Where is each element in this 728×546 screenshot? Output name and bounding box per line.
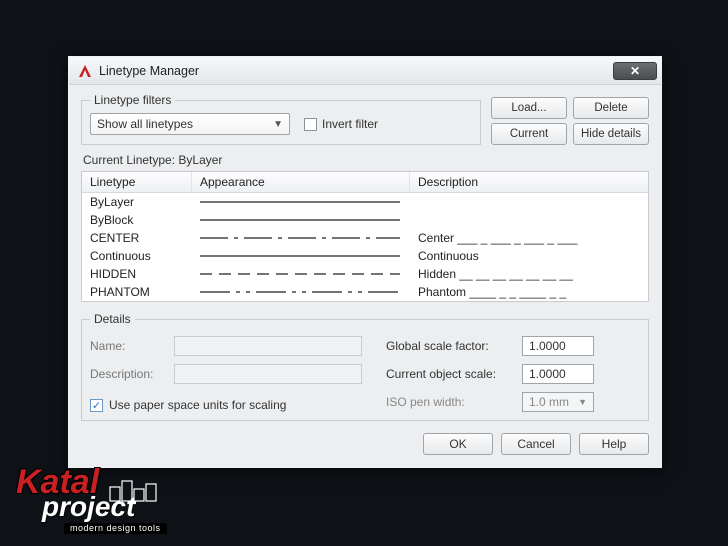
cell-appearance <box>192 248 410 264</box>
object-scale-field[interactable]: 1.0000 <box>522 364 594 384</box>
cell-description: Continuous <box>410 248 648 264</box>
cell-linetype: HIDDEN <box>82 266 192 282</box>
details-legend: Details <box>90 312 135 326</box>
linetype-list: Linetype Appearance Description ByLayer B… <box>81 171 649 302</box>
use-paper-space-checkbox[interactable]: ✓ Use paper space units for scaling <box>90 398 362 412</box>
table-row[interactable]: Continuous Continuous <box>82 247 648 265</box>
table-row[interactable]: PHANTOM Phantom ____ _ _ ____ _ _ <box>82 283 648 301</box>
col-appearance[interactable]: Appearance <box>192 172 410 192</box>
hide-details-button[interactable]: Hide details <box>573 123 649 145</box>
table-row[interactable]: HIDDEN Hidden __ __ __ __ __ __ __ <box>82 265 648 283</box>
chevron-down-icon: ▼ <box>578 397 587 407</box>
description-label: Description: <box>90 367 166 381</box>
name-label: Name: <box>90 339 166 353</box>
filter-dropdown[interactable]: Show all linetypes ▼ <box>90 113 290 135</box>
list-header: Linetype Appearance Description <box>82 172 648 193</box>
cancel-button[interactable]: Cancel <box>501 433 571 455</box>
help-button[interactable]: Help <box>579 433 649 455</box>
load-button[interactable]: Load... <box>491 97 567 119</box>
cell-appearance <box>192 194 410 210</box>
object-scale-label: Current object scale: <box>386 367 514 381</box>
cell-description: Center ___ _ ___ _ ___ _ ___ <box>410 230 648 246</box>
watermark-tag: modern design tools <box>64 523 167 534</box>
current-linetype-label: Current Linetype: ByLayer <box>83 153 647 167</box>
global-scale-label: Global scale factor: <box>386 339 514 353</box>
iso-pen-label: ISO pen width: <box>386 395 514 409</box>
cell-appearance <box>192 230 410 246</box>
table-row[interactable]: CENTER Center ___ _ ___ _ ___ _ ___ <box>82 229 648 247</box>
skyline-icon <box>108 477 168 503</box>
cell-appearance <box>192 212 410 228</box>
cell-linetype: ByLayer <box>82 194 192 210</box>
details-group: Details Name: Description: ✓ Use paper s… <box>81 312 649 421</box>
cell-appearance <box>192 266 410 282</box>
checkbox-box <box>304 118 317 131</box>
current-button[interactable]: Current <box>491 123 567 145</box>
cell-linetype: CENTER <box>82 230 192 246</box>
global-scale-field[interactable]: 1.0000 <box>522 336 594 356</box>
iso-pen-dropdown: 1.0 mm ▼ <box>522 392 594 412</box>
table-row[interactable]: ByLayer <box>82 193 648 211</box>
linetype-filters-group: Linetype filters Show all linetypes ▼ In… <box>81 93 481 145</box>
close-icon: ✕ <box>630 64 640 78</box>
invert-filter-label: Invert filter <box>322 117 378 131</box>
titlebar: Linetype Manager ✕ <box>69 57 661 85</box>
close-button[interactable]: ✕ <box>613 62 657 80</box>
dialog-title: Linetype Manager <box>99 64 199 78</box>
cell-linetype: ByBlock <box>82 212 192 228</box>
cell-linetype: Continuous <box>82 248 192 264</box>
col-linetype[interactable]: Linetype <box>82 172 192 192</box>
cell-linetype: PHANTOM <box>82 284 192 300</box>
description-field <box>174 364 362 384</box>
chevron-down-icon: ▼ <box>273 119 283 130</box>
name-field <box>174 336 362 356</box>
watermark: Katal project modern design tools <box>16 465 167 534</box>
delete-button[interactable]: Delete <box>573 97 649 119</box>
ok-button[interactable]: OK <box>423 433 493 455</box>
app-icon <box>77 63 93 79</box>
cell-description <box>410 201 648 203</box>
cell-description: Phantom ____ _ _ ____ _ _ <box>410 284 648 300</box>
cell-description <box>410 219 648 221</box>
use-paper-label: Use paper space units for scaling <box>109 398 286 412</box>
table-row[interactable]: ByBlock <box>82 211 648 229</box>
checkbox-box: ✓ <box>90 399 103 412</box>
filter-dropdown-value: Show all linetypes <box>97 117 193 131</box>
filters-legend: Linetype filters <box>90 93 175 107</box>
linetype-manager-dialog: Linetype Manager ✕ Linetype filters Show… <box>68 56 662 468</box>
cell-appearance <box>192 284 410 300</box>
cell-description: Hidden __ __ __ __ __ __ __ <box>410 266 648 282</box>
invert-filter-checkbox[interactable]: Invert filter <box>304 117 378 131</box>
col-description[interactable]: Description <box>410 172 648 192</box>
